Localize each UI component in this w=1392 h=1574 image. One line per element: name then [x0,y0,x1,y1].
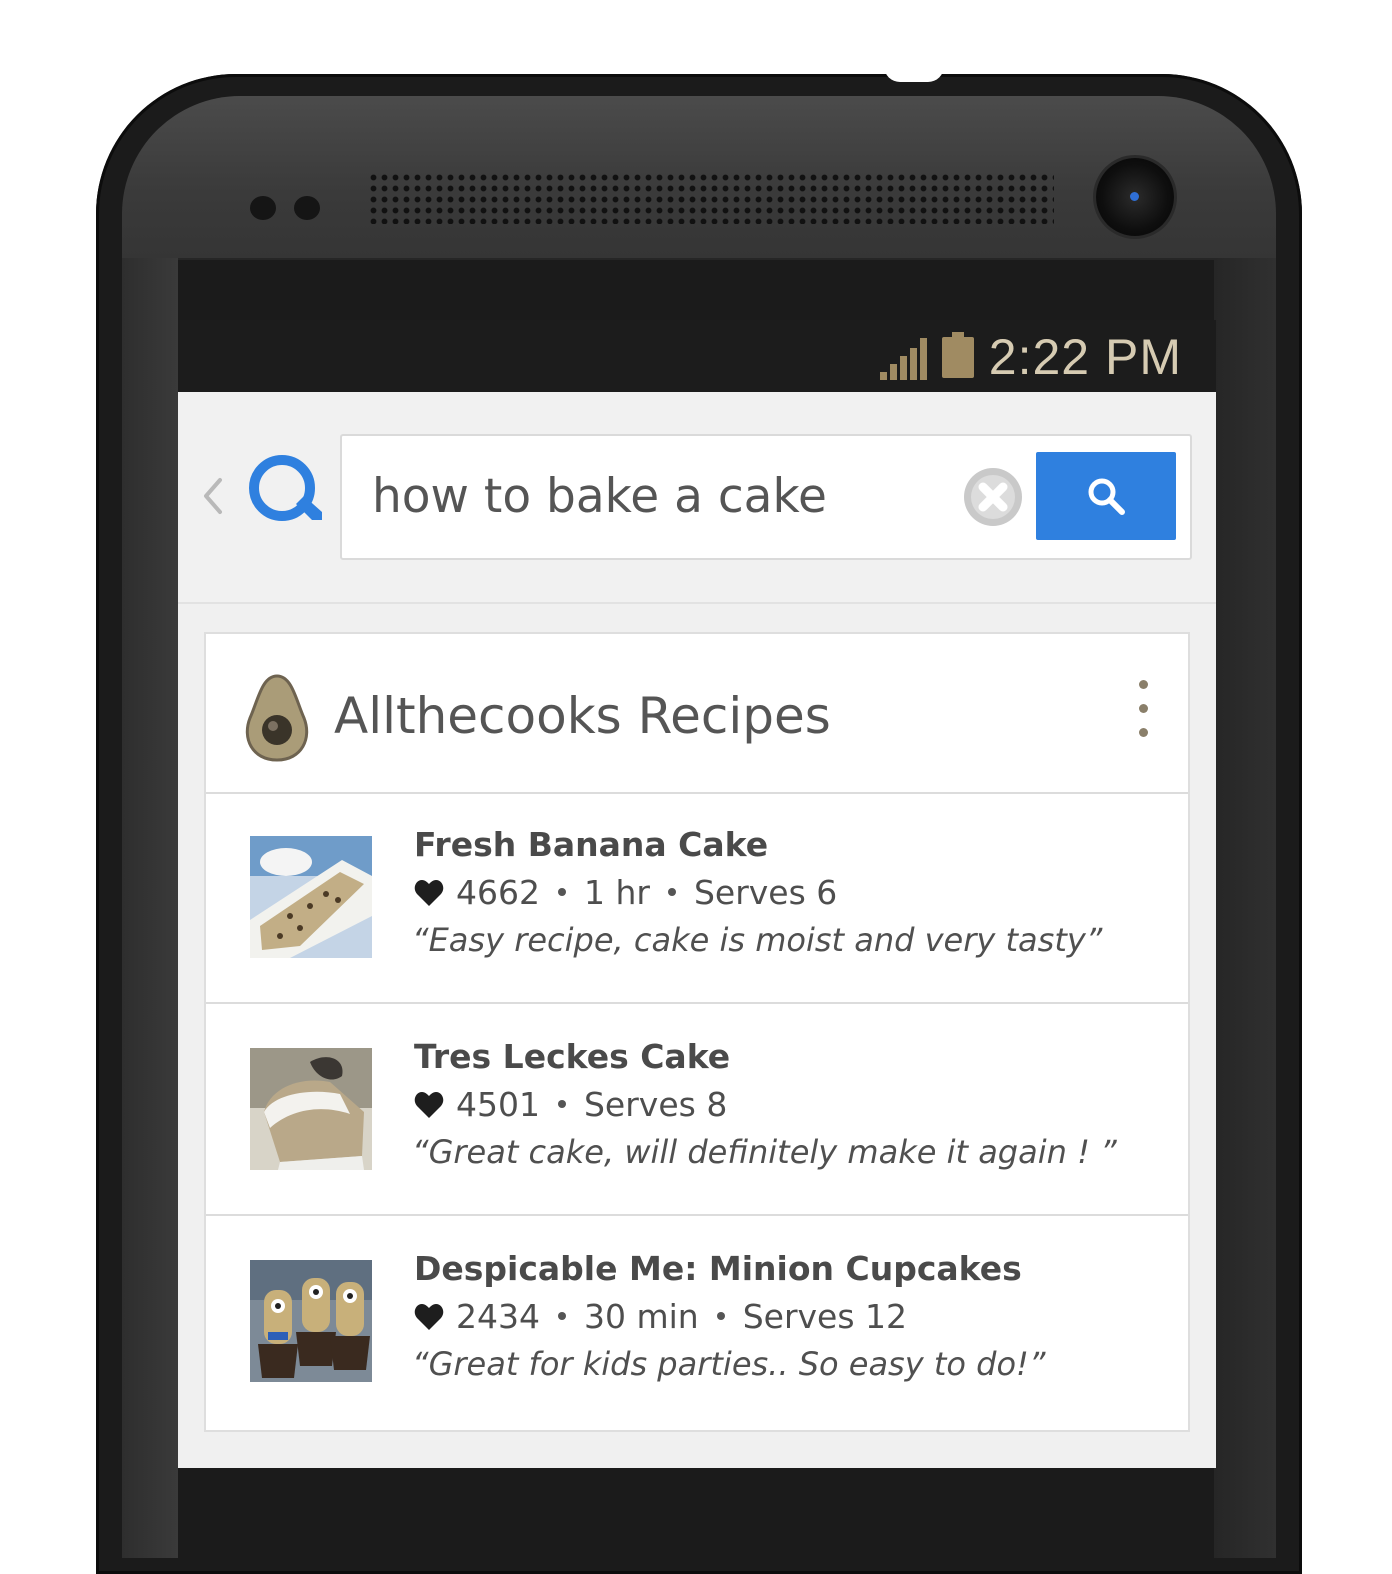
search-icon [1088,478,1125,515]
heart-icon [414,1304,444,1330]
recipe-meta: 2434 30 min Serves 12 [414,1292,907,1342]
app-logo-icon[interactable] [246,452,324,530]
battery-icon [942,332,974,378]
clear-search-button[interactable] [962,466,1024,528]
status-time: 2:22 PM [988,329,1182,385]
recipe-row[interactable]: Fresh Banana Cake 4662 1 hr Serves 6 “Easy… [206,792,1188,1004]
separator-dot [557,1100,566,1108]
avocado-logo-icon [245,674,309,762]
proximity-sensor [250,196,276,220]
recipe-thumbnail [250,1048,372,1170]
recipe-meta: 4501 Serves 8 [414,1080,727,1130]
search-box [340,434,1192,560]
recipe-row[interactable]: Despicable Me: Minion Cupcakes 2434 30 mi… [206,1216,1188,1426]
status-bar: 2:22 PM [178,320,1216,392]
back-icon[interactable] [200,476,226,516]
recipe-time: 30 min [583,1297,699,1336]
recipe-serves: Serves 8 [583,1085,728,1124]
recipe-meta: 4662 1 hr Serves 6 [414,868,837,918]
phone-screen: 2:22 PM how to bake a cake Allthecooks R… [178,320,1216,1468]
camera-lens [1130,192,1139,201]
recipe-review-quote: “Great cake, will definitely make it aga… [412,1133,1117,1171]
separator-dot [557,888,566,896]
recipe-title: Fresh Banana Cake [414,825,769,864]
recipe-likes: 4662 [456,873,540,912]
results-card: Allthecooks Recipes Fresh Banana Cake 46… [204,632,1190,1432]
separator-dot [557,1312,566,1320]
earpiece-speaker-grille [368,172,1054,224]
search-input[interactable] [372,454,942,538]
phone-notch [884,66,944,82]
heart-icon [414,1092,444,1118]
source-title: Allthecooks Recipes [334,687,831,745]
recipe-likes: 2434 [456,1297,540,1336]
recipe-title: Despicable Me: Minion Cupcakes [414,1249,1022,1288]
heart-icon [414,880,444,906]
clear-icon [964,468,1022,526]
recipe-thumbnail [250,1260,372,1382]
search-button[interactable] [1036,452,1176,540]
recipe-title: Tres Leckes Cake [414,1037,731,1076]
separator-dot [716,1312,725,1320]
phone-left-bezel [122,258,178,1558]
recipe-row[interactable]: Tres Leckes Cake 4501 Serves 8 “Great cak… [206,1004,1188,1216]
front-camera [1096,158,1174,236]
phone-right-bezel [1214,258,1276,1558]
card-header: Allthecooks Recipes [206,634,1188,794]
separator-dot [667,888,676,896]
recipe-review-quote: “Great for kids parties.. So easy to do!… [412,1345,1046,1383]
signal-icon [880,338,927,380]
overflow-menu-button[interactable] [1126,674,1162,744]
recipe-likes: 4501 [456,1085,540,1124]
recipe-serves: Serves 12 [742,1297,908,1336]
light-sensor [294,196,320,220]
recipe-thumbnail [250,836,372,958]
recipe-serves: Serves 6 [693,873,838,912]
recipe-review-quote: “Easy recipe, cake is moist and very tas… [412,921,1103,959]
search-header [178,392,1216,604]
recipe-time: 1 hr [583,873,650,912]
